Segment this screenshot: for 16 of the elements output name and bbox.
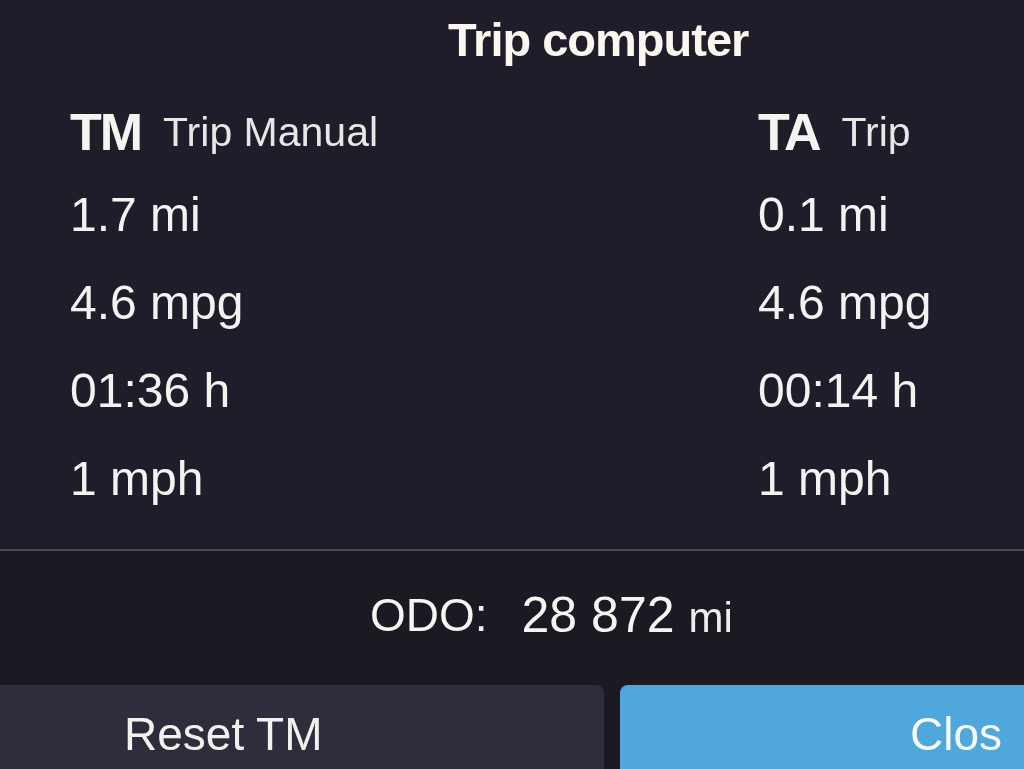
trip-reading: 1.7 mi [70,191,201,239]
trip-code: TM [70,106,142,158]
trip-reading: 00:14 h [758,367,919,415]
trip-reading: 1 mph [758,455,892,503]
reset-button[interactable]: Reset TM [0,685,604,769]
odometer-value: 28 872 [521,590,675,640]
trip-reading: 4.6 mpg [70,279,244,327]
odometer-label: ODO: [370,592,488,638]
trip-reading: 01:36 h [70,367,231,415]
trip-reading: 1 mph [70,455,204,503]
odometer-unit: mi [688,597,733,639]
trip-name: Trip Manual [163,111,379,153]
trip-reading: 0.1 mi [758,191,889,239]
trip-code: TA [758,106,820,158]
trip-reading: 4.6 mpg [758,279,932,327]
trip-name: Trip [841,111,911,153]
